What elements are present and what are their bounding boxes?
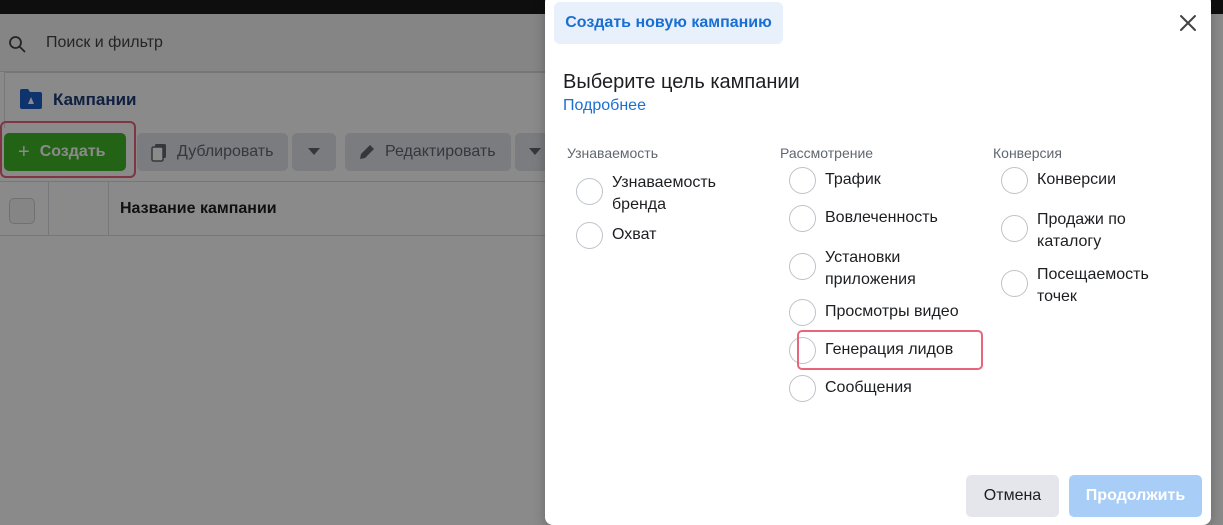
radio-button[interactable] bbox=[789, 205, 816, 232]
column-heading-consideration: Рассмотрение bbox=[780, 145, 874, 161]
objective-catalog-sales[interactable]: Продажи по каталогу bbox=[1001, 209, 1141, 253]
radio-button[interactable] bbox=[789, 167, 816, 194]
objective-label: Просмотры видео bbox=[825, 303, 959, 320]
dialog-title: Выберите цель кампании bbox=[563, 71, 800, 93]
lead-generation-highlight bbox=[797, 330, 983, 370]
objective-label: Конверсии bbox=[1037, 171, 1117, 188]
objective-label: Сообщения bbox=[825, 379, 912, 396]
objective-label: Трафик bbox=[825, 171, 881, 188]
objective-reach[interactable]: Охват bbox=[576, 222, 756, 249]
close-icon[interactable] bbox=[1178, 13, 1198, 33]
radio-button[interactable] bbox=[576, 222, 603, 249]
objective-label: Установки приложения bbox=[825, 249, 916, 288]
learn-more-link[interactable]: Подробнее bbox=[563, 97, 646, 115]
radio-button[interactable] bbox=[1001, 270, 1028, 297]
objective-label: Вовлеченность bbox=[825, 209, 938, 226]
create-campaign-dialog: Создать новую кампанию Выберите цель кам… bbox=[545, 0, 1211, 525]
objective-traffic[interactable]: Трафик bbox=[789, 167, 969, 194]
radio-button[interactable] bbox=[1001, 167, 1028, 194]
radio-button[interactable] bbox=[789, 253, 816, 280]
objective-label: Узнаваемость бренда bbox=[612, 174, 717, 213]
objective-engagement[interactable]: Вовлеченность bbox=[789, 205, 969, 232]
cancel-button[interactable]: Отмена bbox=[966, 475, 1059, 517]
objective-label: Продажи по каталогу bbox=[1037, 211, 1126, 250]
tab-create-new-campaign[interactable]: Создать новую кампанию bbox=[554, 2, 783, 44]
objective-conversions[interactable]: Конверсии bbox=[1001, 167, 1181, 194]
radio-button[interactable] bbox=[789, 299, 816, 326]
radio-button[interactable] bbox=[789, 375, 816, 402]
column-heading-conversion: Конверсия bbox=[993, 145, 1062, 161]
objective-store-traffic[interactable]: Посещаемость точек bbox=[1001, 264, 1151, 308]
radio-button[interactable] bbox=[576, 178, 603, 205]
objective-brand-awareness[interactable]: Узнаваемость бренда bbox=[576, 172, 756, 216]
objective-video-views[interactable]: Просмотры видео bbox=[789, 299, 979, 326]
objective-label: Посещаемость точек bbox=[1037, 266, 1149, 305]
objective-label: Охват bbox=[612, 226, 657, 243]
objective-messages[interactable]: Сообщения bbox=[789, 375, 979, 402]
objective-app-installs[interactable]: Установки приложения bbox=[789, 247, 929, 291]
continue-button[interactable]: Продолжить bbox=[1069, 475, 1202, 517]
column-heading-awareness: Узнаваемость bbox=[567, 145, 659, 161]
radio-button[interactable] bbox=[1001, 215, 1028, 242]
